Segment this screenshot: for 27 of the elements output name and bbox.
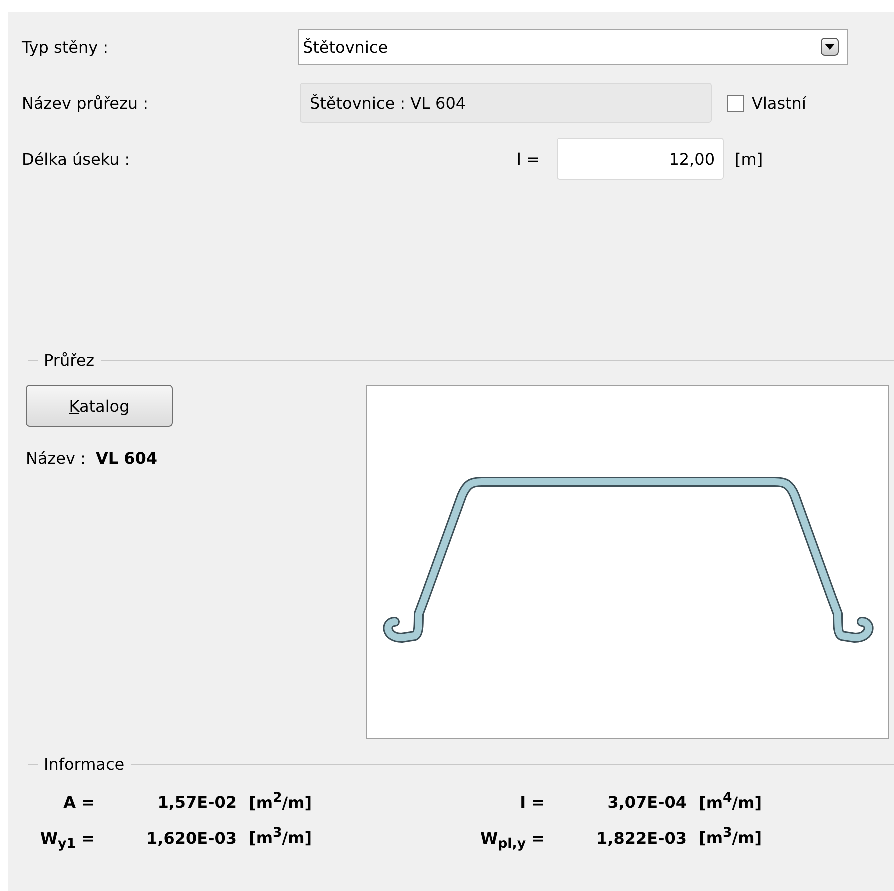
catalog-button[interactable]: Katalog bbox=[26, 385, 173, 427]
name-label: Název : bbox=[26, 449, 86, 468]
length-input[interactable]: 12,00 bbox=[557, 138, 724, 180]
name-value: VL 604 bbox=[96, 449, 158, 468]
quantity-label: A = bbox=[62, 793, 95, 812]
section-name-field: Štětovnice : VL 604 bbox=[300, 83, 712, 123]
unit-label: [m$^{3}$/m] bbox=[699, 826, 762, 848]
unit-label: [m$^{3}$/m] bbox=[249, 826, 312, 848]
unit-label: [m$^{2}$/m] bbox=[249, 791, 312, 812]
quantity-value: 1,822E-03 bbox=[596, 828, 687, 848]
field-label: Délka úseku : bbox=[21, 150, 132, 168]
quantity-value: 1,620E-03 bbox=[146, 828, 237, 848]
quantity-label: W$_{y1}$ = bbox=[39, 828, 95, 852]
field-label: Typ stěny : bbox=[21, 38, 110, 56]
quantity-label: W$_{pl,y}$ = bbox=[479, 828, 545, 852]
field-label: Název průřezu : bbox=[21, 94, 150, 112]
unit-label: [m$^{4}$/m] bbox=[699, 791, 762, 812]
quantity-value: 1,57E-02 bbox=[156, 793, 237, 812]
wall-type-dropdown[interactable]: Štětovnice bbox=[298, 29, 848, 65]
checkbox[interactable] bbox=[727, 94, 744, 112]
quantity-label: I = bbox=[519, 793, 545, 812]
checkbox-label: Vlastní bbox=[752, 94, 806, 112]
quantity-value: 3,07E-04 bbox=[606, 793, 687, 812]
group-title: Průřez bbox=[43, 350, 96, 370]
unit-label: [m] bbox=[735, 150, 764, 168]
variable-label: l = bbox=[517, 150, 541, 168]
group-title: Informace bbox=[43, 754, 126, 774]
